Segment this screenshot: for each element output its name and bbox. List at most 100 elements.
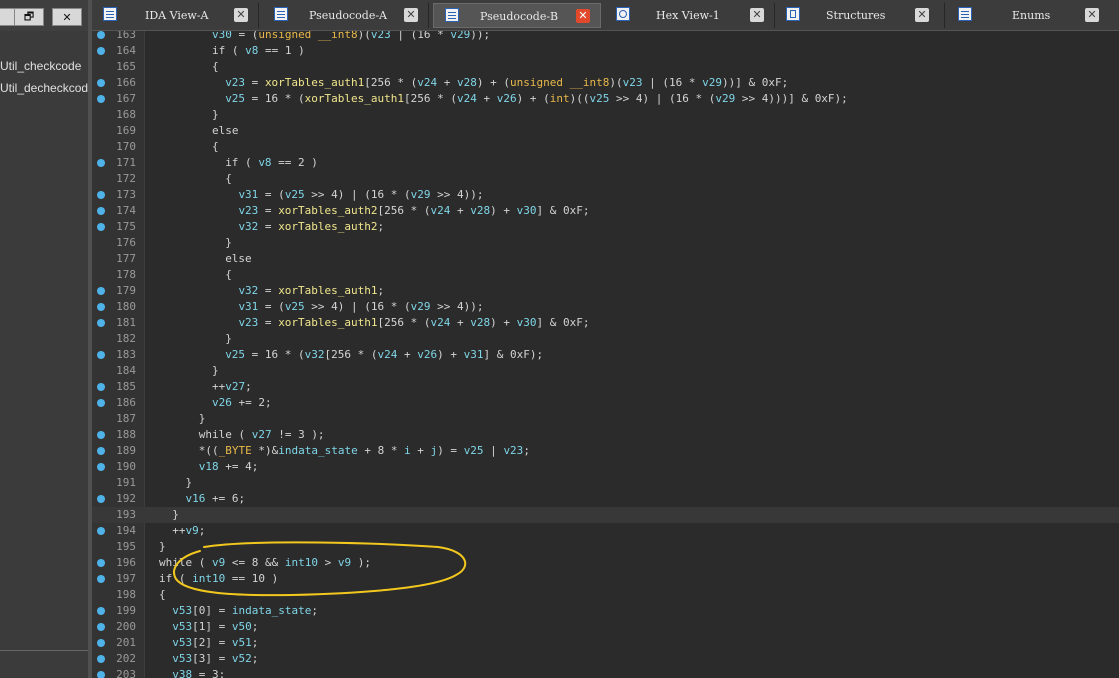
code-line[interactable]: 200 v53[1] = v50; [92,619,1119,635]
tab-ida-view-a[interactable]: IDA View-A ✕ [92,3,259,28]
code-variable: v31 [238,188,259,201]
code-text: )(( [569,92,590,105]
code-text: )); [470,31,491,41]
code-line[interactable]: 172 { [92,171,1119,187]
tab-close-icon[interactable]: ✕ [1085,8,1099,22]
code-text: v53[0] = indata_state; [172,603,318,619]
function-item-util-checkcode[interactable]: Util_checkcode [0,55,88,77]
code-text: ) = [437,444,464,457]
line-number: 202 [116,652,136,665]
function-item-util-decheckcode[interactable]: Util_decheckcode [0,77,88,99]
code-line[interactable]: 173 v31 = (v25 >> 4) | (16 * (v29 >> 4)); [92,187,1119,203]
code-line[interactable]: 176} [92,235,1119,251]
code-text: if ( [225,156,259,169]
code-text: { [225,267,232,283]
panel-close-button[interactable]: ✕ [52,8,82,26]
code-line[interactable]: 184} [92,363,1119,379]
code-line[interactable]: 193} [92,507,1119,523]
code-variable: v28 [470,204,491,217]
code-line[interactable]: 168} [92,107,1119,123]
code-line[interactable]: 171 if ( v8 == 2 ) [92,155,1119,171]
code-text: [3] = [192,652,232,665]
code-line[interactable]: 179 v32 = xorTables_auth1; [92,283,1119,299]
tab-pseudocode-b[interactable]: Pseudocode-B ✕ [433,3,601,28]
code-function: xorTables_auth1 [264,76,365,89]
line-number: 163 [116,31,136,41]
code-text: while ( [159,556,212,569]
code-line[interactable]: 177 else [92,251,1119,267]
tab-close-icon[interactable]: ✕ [915,8,929,22]
code-variable: v32 [238,284,259,297]
code-text: [256 * ( [364,76,418,89]
tab-structures[interactable]: Structures ✕ [775,3,945,28]
code-variable: v23 [503,444,524,457]
code-line[interactable]: 166 v23 = xorTables_auth1[256 * (v24 + v2… [92,75,1119,91]
code-text: >> 4)); [430,188,484,201]
code-line[interactable]: 187} [92,411,1119,427]
code-line[interactable]: 163 v30 = (unsigned __int8)(v23 | (16 * v… [92,31,1119,43]
code-line[interactable]: 201 v53[2] = v51; [92,635,1119,651]
code-text: >> 4) | (16 * ( [304,188,411,201]
code-line[interactable]: 170 { [92,139,1119,155]
code-line[interactable]: 190 v18 += 4; [92,459,1119,475]
code-variable: v53 [172,604,193,617]
code-line[interactable]: 189 *((_BYTE *)&indata_state + 8 * i + j)… [92,443,1119,459]
code-variable: v53 [172,652,193,665]
code-text: ++ [211,380,226,393]
code-text: *(( [198,444,219,457]
code-text: ) + [490,204,517,217]
pseudocode-view[interactable]: 163 v30 = (unsigned __int8)(v23 | (16 * v… [92,31,1119,678]
code-text: } [172,507,179,523]
line-number: 198 [116,588,136,601]
code-line[interactable]: 191} [92,475,1119,491]
structures-icon [786,7,800,21]
code-line[interactable]: 165 { [92,59,1119,75]
code-line[interactable]: 194 ++v9; [92,523,1119,539]
code-line[interactable]: 181 v23 = xorTables_auth1[256 * (v24 + v2… [92,315,1119,331]
code-line[interactable]: 175 v32 = xorTables_auth2; [92,219,1119,235]
code-line[interactable]: 178 { [92,267,1119,283]
code-line[interactable]: 185 ++v27; [92,379,1119,395]
code-line[interactable]: 198 { [92,587,1119,603]
code-variable: v25 [284,188,305,201]
tab-close-icon[interactable]: ✕ [750,8,764,22]
code-line[interactable]: 174 v23 = xorTables_auth2[256 * (v24 + v2… [92,203,1119,219]
code-line[interactable]: 203 v38 = 3; [92,667,1119,678]
code-line[interactable]: 197 if ( int10 == 10 ) [92,571,1119,587]
tab-close-icon[interactable]: ✕ [576,9,590,23]
code-line[interactable]: 180 v31 = (v25 >> 4) | (16 * (v29 >> 4)); [92,299,1119,315]
tab-enums[interactable]: Enums ✕ [947,3,1119,28]
code-variable: v29 [410,300,431,313]
code-variable: v23 [225,76,246,89]
code-variable: v26 [417,348,438,361]
code-line[interactable]: 182} [92,331,1119,347]
tab-close-icon[interactable]: ✕ [234,8,248,22]
code-text: ++v27; [212,379,252,395]
code-text: v31 = (v25 >> 4) | (16 * (v29 >> 4)); [238,299,483,315]
code-line[interactable]: 186 v26 += 2; [92,395,1119,411]
code-line[interactable]: 192 v16 += 6; [92,491,1119,507]
code-text: ) + [490,316,517,329]
code-variable: v18 [198,460,219,473]
enums-icon [958,7,972,21]
code-variable: v26 [211,396,232,409]
code-line[interactable]: 169 else [92,123,1119,139]
line-number: 195 [116,540,136,553]
code-line[interactable]: 199 v53[0] = indata_state; [92,603,1119,619]
line-number: 190 [116,460,136,473]
code-line[interactable]: 196 while ( v9 <= 8 && int10 > v9 ); [92,555,1119,571]
code-line[interactable]: 164 if ( v8 == 1 ) [92,43,1119,59]
code-text: } [225,332,232,345]
panel-float-button[interactable]: 🗗 [14,8,44,26]
code-text: ++v9; [172,523,205,539]
code-line[interactable]: 195} [92,539,1119,555]
code-line[interactable]: 202 v53[3] = v52; [92,651,1119,667]
tab-pseudocode-a[interactable]: Pseudocode-A ✕ [263,3,429,28]
code-text: += 6; [205,492,246,505]
code-function: xorTables_auth1 [278,284,378,297]
code-line[interactable]: 188 while ( v27 != 3 ); [92,427,1119,443]
code-line[interactable]: 183 v25 = 16 * (v32[256 * (v24 + v26) + v… [92,347,1119,363]
tab-hex-view-1[interactable]: Hex View-1 ✕ [605,3,775,28]
code-line[interactable]: 167 v25 = 16 * (xorTables_auth1[256 * (v2… [92,91,1119,107]
tab-close-icon[interactable]: ✕ [404,8,418,22]
